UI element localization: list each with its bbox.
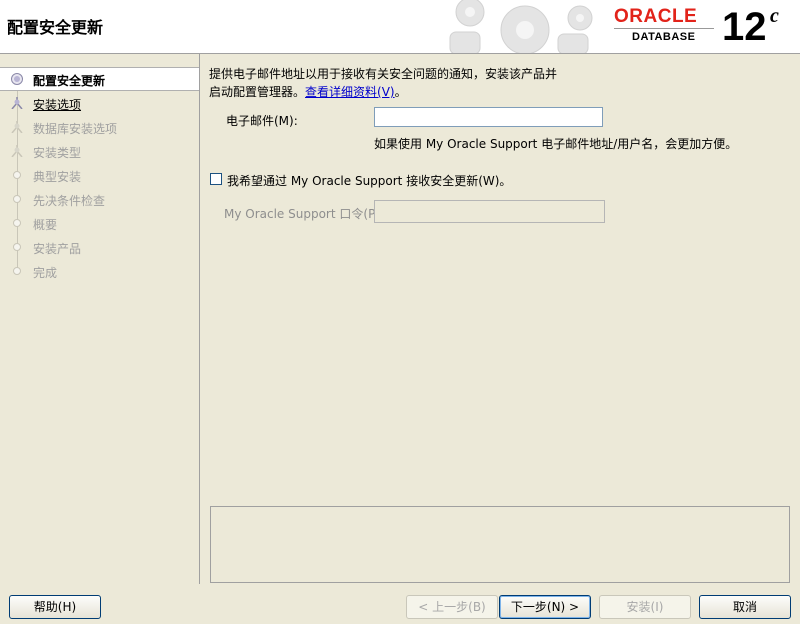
email-label: 电子邮件(M): [226, 114, 298, 128]
step-label: 数据库安装选项 [33, 122, 118, 136]
step-label: 概要 [33, 218, 58, 232]
gears-graphic-icon [449, 0, 593, 53]
page-title: 配置安全更新 [7, 18, 104, 37]
description-line2: 启动配置管理器。 [209, 85, 306, 99]
oracle-logo: ORACLE [614, 6, 698, 27]
security-updates-checkbox[interactable] [210, 173, 222, 185]
next-button[interactable]: 下一步(N) > [499, 595, 591, 619]
main-content: 提供电子邮件地址以用于接收有关安全问题的通知，安装该产品并 启动配置管理器。查看… [200, 54, 800, 584]
version-number: 12 [722, 5, 767, 49]
email-hint: 如果使用 My Oracle Support 电子邮件地址/用户名，会更加方便。 [374, 137, 738, 151]
logo-divider [614, 28, 714, 29]
branch-step-icon [11, 145, 23, 157]
step-dot-icon [13, 171, 21, 179]
description: 提供电子邮件地址以用于接收有关安全问题的通知，安装该产品并 启动配置管理器。查看… [209, 65, 557, 101]
email-input[interactable] [374, 107, 603, 127]
step-label: 安装产品 [33, 242, 82, 256]
back-button: < 上一步(B) [406, 595, 498, 619]
current-step-icon [11, 73, 23, 85]
password-label: My Oracle Support 口令(P): [224, 207, 385, 221]
step-label: 先决条件检查 [33, 194, 106, 208]
step-label: 配置安全更新 [33, 74, 106, 88]
description-line1: 提供电子邮件地址以用于接收有关安全问题的通知，安装该产品并 [209, 67, 558, 81]
install-button: 安装(I) [599, 595, 691, 619]
security-updates-label[interactable]: 我希望通过 My Oracle Support 接收安全更新(W)。 [227, 172, 511, 189]
step-finish: 完成 [0, 260, 199, 282]
message-area [210, 506, 790, 583]
version-suffix: c [770, 5, 779, 27]
help-button[interactable]: 帮助(H) [9, 595, 101, 619]
step-db-install-options: 数据库安装选项 [0, 116, 199, 138]
step-summary: 概要 [0, 212, 199, 234]
description-end: 。 [394, 85, 407, 99]
step-label: 典型安装 [33, 170, 82, 184]
header-banner: 配置安全更新 ORACLE DATABASE 12 c [0, 0, 800, 54]
step-install-type: 安装类型 [0, 140, 199, 162]
step-dot-icon [13, 267, 21, 275]
step-label: 安装类型 [33, 146, 82, 160]
database-label: DATABASE [632, 31, 696, 43]
step-label: 完成 [33, 266, 58, 280]
branch-step-icon [11, 121, 23, 133]
password-input [374, 200, 605, 223]
step-label: 安装选项 [33, 98, 82, 112]
step-dot-icon [13, 243, 21, 251]
step-dot-icon [13, 219, 21, 227]
step-typical-install: 典型安装 [0, 164, 199, 186]
steps-sidebar: 配置安全更新 安装选项 数据库安装选项 安装类型 典型安装 先决条件检查 概要 … [0, 54, 200, 584]
cancel-button[interactable]: 取消 [699, 595, 791, 619]
step-configure-security[interactable]: 配置安全更新 [0, 67, 199, 91]
step-prerequisite-checks: 先决条件检查 [0, 188, 199, 210]
step-install-product: 安装产品 [0, 236, 199, 258]
view-details-link[interactable]: 查看详细资料(V) [305, 85, 395, 99]
step-dot-icon [13, 195, 21, 203]
branch-step-icon [11, 97, 23, 109]
step-install-options[interactable]: 安装选项 [0, 92, 199, 114]
